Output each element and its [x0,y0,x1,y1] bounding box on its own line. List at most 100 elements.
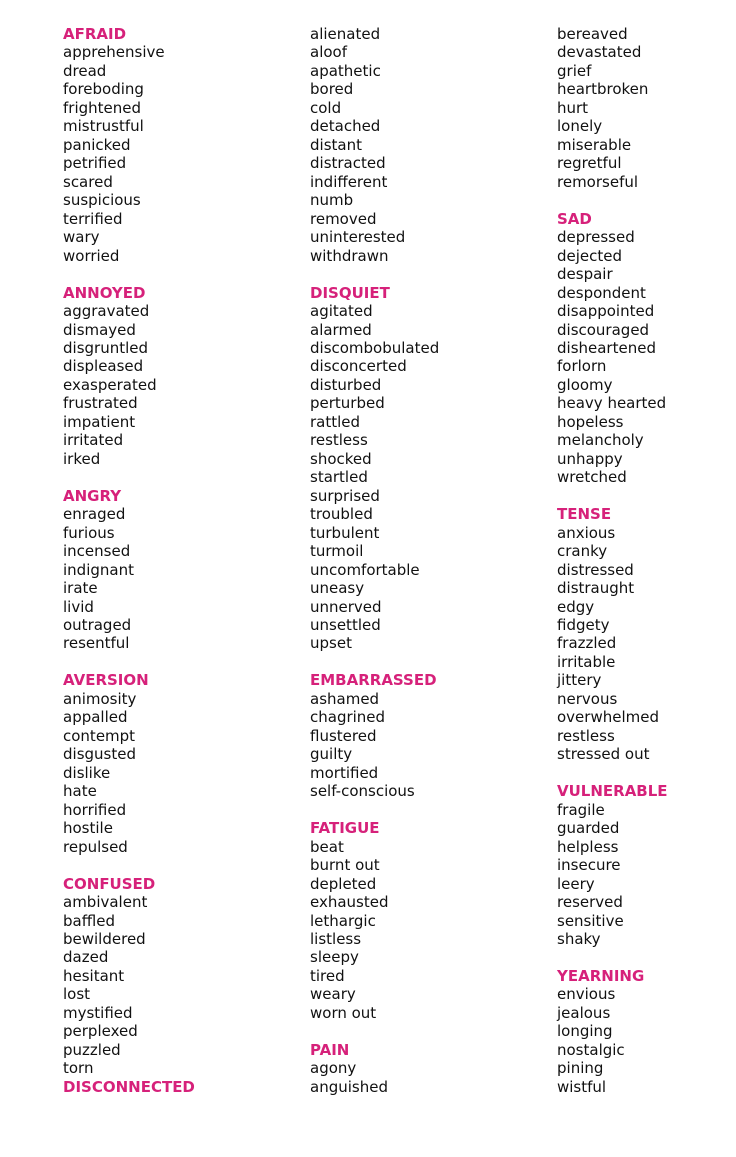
feeling-word: frustrated [63,394,138,413]
category-heading: FATIGUE [310,819,380,838]
feeling-word: turbulent [310,523,380,542]
feeling-word: unsettled [310,616,381,634]
category-section: DISCONNECTED [63,1078,293,1096]
feeling-word: devastated [557,43,642,62]
category-heading: TENSE [557,505,612,524]
feeling-word: appalled [63,708,128,727]
feeling-word: pining [557,1059,604,1078]
category-heading: AFRAID [63,25,127,43]
feeling-word: upset [310,634,352,653]
feeling-word: numb [310,191,354,210]
feeling-word: enraged [63,505,126,524]
feeling-word: discouraged [557,320,650,339]
feeling-word: disheartened [557,338,656,357]
feeling-word: heartbroken [557,80,649,99]
column-1: AFRAID apprehensive dread foreboding frighte… [63,25,293,1096]
feeling-word: depressed [557,228,635,247]
feeling-word: perplexed [63,1022,138,1041]
feeling-word: startled [310,468,368,487]
category-heading: VULNERABLE [557,782,668,801]
feeling-word: indignant [63,560,134,579]
feeling-word: suspicious [63,191,141,210]
category-section: TENSE anxious cranky distressed distraught ed… [557,505,736,764]
feeling-word: distraught [557,579,635,598]
feeling-word: worn out [310,1003,377,1022]
feeling-word: restless [557,726,615,745]
feeling-word: alarmed [310,320,372,339]
category-section: EMBARRASSED ashamed chagrined flustered guil… [310,671,540,800]
feeling-word: jittery [557,671,602,690]
feeling-word: anguished [310,1077,388,1096]
feeling-word: melancholy [557,431,644,450]
feeling-word: removed [310,209,377,228]
column-3: bereaved devastated grief heartbroken hurt lo… [557,25,736,1096]
feeling-word: gloomy [557,375,613,394]
feeling-word: overwhelmed [557,708,659,727]
feeling-word: apprehensive [63,43,165,62]
feeling-word: reserved [557,893,623,912]
category-heading: ANGRY [63,486,122,505]
category-heading: ANNOYED [63,283,146,302]
feeling-word: lethargic [310,911,376,930]
feeling-word: panicked [63,135,131,154]
feeling-word: remorseful [557,172,639,191]
feeling-word: regretful [557,154,622,173]
feeling-word: baffled [63,911,115,930]
category-section: DISQUIET agitated alarmed discombobulated di… [310,284,540,653]
feeling-word: jealous [557,1003,611,1022]
feeling-word: fragile [557,800,605,819]
category-heading: YEARNING [557,966,645,985]
feeling-word: stressed out [557,745,650,764]
feeling-word: alienated [310,25,381,43]
feeling-word: detached [310,117,381,136]
feeling-word: repulsed [63,837,128,856]
feeling-word: terrified [63,209,123,228]
feeling-word: horrified [63,800,127,819]
feeling-word: dazed [63,948,109,967]
feeling-word: disappointed [557,302,655,321]
feeling-word: animosity [63,689,137,708]
feeling-word: dismayed [63,320,136,339]
feeling-word: turmoil [310,542,364,561]
feeling-word: burnt out [310,856,380,875]
feeling-word: mistrustful [63,117,144,136]
feeling-word: weary [310,985,356,1004]
category-section: alienated aloof apathetic bored cold detached… [310,25,540,265]
category-section: FATIGUE beat burnt out depleted exhausted let… [310,819,540,1022]
feeling-word: disgruntled [63,338,149,357]
category-section: CONFUSED ambivalent baffled bewildered dazed… [63,875,293,1078]
category-heading: SAD [557,209,592,228]
feeling-word: edgy [557,597,595,616]
feeling-word: insecure [557,856,621,875]
feeling-word: outraged [63,616,132,634]
category-section: PAIN agony anguished [310,1041,540,1096]
feeling-word: perturbed [310,394,385,413]
feeling-word: restless [310,431,368,450]
feeling-word: wistful [557,1077,607,1096]
category-heading: DISQUIET [310,283,390,302]
feeling-word: listless [310,929,362,948]
feeling-word: lonely [557,117,603,136]
feeling-word: bewildered [63,929,146,948]
category-heading: PAIN [310,1040,350,1059]
feeling-word: disturbed [310,375,382,394]
feeling-word: incensed [63,542,131,561]
category-heading: DISCONNECTED [63,1077,195,1096]
feeling-word: uncomfortable [310,560,420,579]
feeling-word: mortified [310,763,379,782]
feeling-word: distant [310,135,362,154]
feeling-word: exasperated [63,375,157,394]
category-section: ANGRY enraged furious incensed indignant irat… [63,487,293,653]
feeling-word: surprised [310,486,380,505]
feeling-word: depleted [310,874,377,893]
feeling-word: impatient [63,412,136,431]
category-section: AFRAID apprehensive dread foreboding frighte… [63,25,293,265]
feeling-word: irritable [557,652,616,671]
feeling-word: wretched [557,468,627,487]
feeling-word: fidgety [557,616,610,634]
feeling-word: chagrined [310,708,386,727]
feeling-word: disgusted [63,745,136,764]
feeling-word: self-conscious [310,782,415,801]
feeling-word: forlorn [557,357,607,376]
feeling-word: tired [310,966,345,985]
